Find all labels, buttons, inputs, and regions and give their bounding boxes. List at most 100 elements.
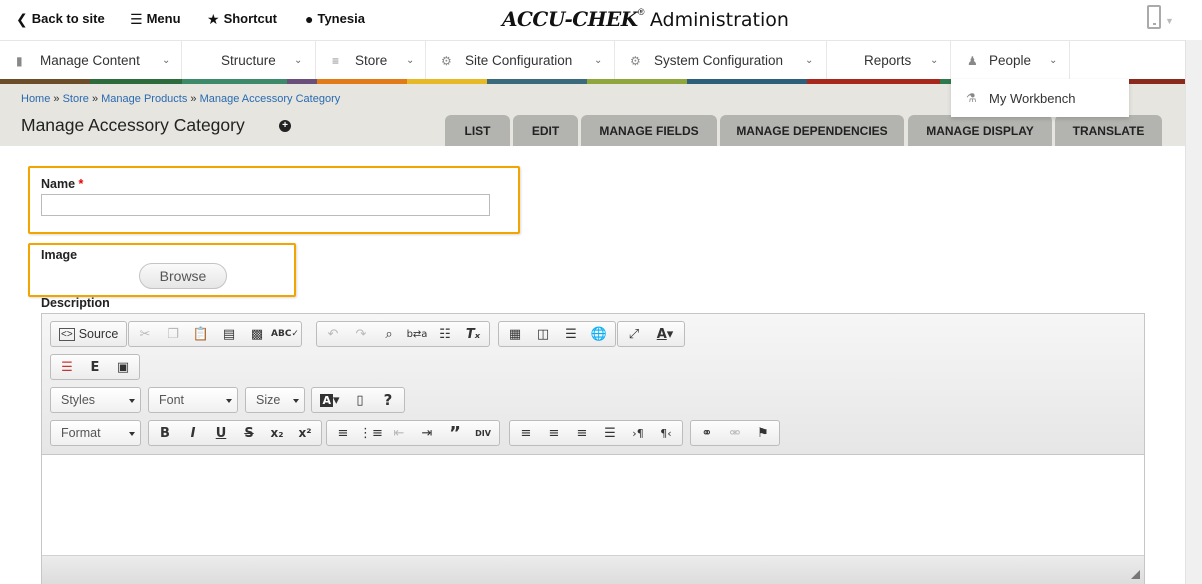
numbered-list-icon[interactable]: ≡ — [329, 422, 357, 444]
underline-icon[interactable]: U — [207, 422, 235, 444]
page-break-icon[interactable]: ☰ — [53, 356, 81, 378]
back-to-site-link[interactable]: ❮ Back to site — [16, 11, 105, 26]
menu-button[interactable]: ☰ Menu — [130, 11, 181, 26]
bold-icon[interactable]: B — [151, 422, 179, 444]
anchor-flag-icon[interactable]: ⚑ — [749, 422, 777, 444]
media-icon[interactable]: ▣ — [109, 356, 137, 378]
device-preview-toggle[interactable]: ▼ — [1147, 5, 1175, 31]
select-all-icon[interactable]: ☷ — [431, 323, 459, 345]
subscript-icon[interactable]: x₂ — [263, 422, 291, 444]
table-icon[interactable]: ◫ — [529, 323, 557, 345]
show-blocks-icon[interactable]: ▯ — [346, 389, 374, 411]
horizontal-rule-icon[interactable]: ☰ — [557, 323, 585, 345]
user-icon: ● — [305, 10, 314, 27]
redo-icon[interactable]: ↷ — [347, 323, 375, 345]
outdent-icon[interactable]: ⇤ — [385, 422, 413, 444]
cut-icon[interactable]: ✂ — [131, 323, 159, 345]
cart-icon: ≡ — [332, 53, 340, 68]
about-icon[interactable]: ? — [374, 389, 402, 411]
blockquote-icon[interactable]: ” — [441, 422, 469, 444]
tab-list[interactable]: LIST — [445, 115, 510, 146]
browse-button[interactable]: Browse — [139, 263, 227, 289]
tab-manage-dependencies[interactable]: MANAGE DEPENDENCIES — [720, 115, 904, 146]
menu-item-reports[interactable]: Reports ⌄ — [827, 41, 951, 80]
text-color-icon[interactable]: A ▾ — [648, 323, 682, 345]
breadcrumb-manage-products[interactable]: Manage Products — [101, 93, 187, 105]
tab-manage-fields[interactable]: MANAGE FIELDS — [581, 115, 717, 146]
toolbar-group-basicstyles: B I U S x₂ x² — [148, 420, 322, 446]
document-icon: ▮ — [16, 53, 23, 68]
dropdown-arrow-icon — [293, 399, 299, 403]
workbench-icon: ⚗ — [966, 91, 977, 105]
menu-item-store[interactable]: ≡ Store ⌄ — [316, 41, 426, 80]
image-icon[interactable]: ▦ — [501, 323, 529, 345]
align-center-icon[interactable]: ≡ — [540, 422, 568, 444]
menu-item-site-configuration[interactable]: ⚙ Site Configuration ⌄ — [426, 41, 615, 80]
strikethrough-icon[interactable]: S — [235, 422, 263, 444]
create-div-icon[interactable]: DIV — [469, 422, 497, 444]
italic-icon[interactable]: I — [179, 422, 207, 444]
link-icon[interactable]: ⚭ — [693, 422, 721, 444]
hamburger-icon: ☰ — [130, 10, 143, 27]
dropdown-arrow-icon — [129, 432, 135, 436]
spellcheck-icon[interactable]: ABC✓ — [271, 323, 299, 345]
chevron-left-circle-icon: ❮ — [16, 10, 28, 27]
ltr-icon[interactable]: ›¶ — [624, 422, 652, 444]
menu-item-manage-content[interactable]: ▮ Manage Content ⌄ — [0, 41, 182, 80]
undo-icon[interactable]: ↶ — [319, 323, 347, 345]
page-scrollbar[interactable] — [1185, 40, 1202, 584]
menu-item-system-configuration[interactable]: ⚙ System Configuration ⌄ — [615, 41, 827, 80]
embed-icon[interactable]: E — [81, 356, 109, 378]
find-icon[interactable]: ⌕ — [375, 323, 403, 345]
format-select[interactable]: Format — [50, 420, 141, 446]
paste-icon[interactable]: 📋 — [187, 323, 215, 345]
breadcrumb-home[interactable]: Home — [21, 93, 50, 105]
required-marker: * — [78, 177, 84, 191]
superscript-icon[interactable]: x² — [291, 422, 319, 444]
resize-handle-icon[interactable] — [1131, 570, 1140, 579]
font-select[interactable]: Font — [148, 387, 238, 413]
image-label: Image — [41, 248, 78, 262]
menu-item-structure[interactable]: Structure ⌄ — [182, 41, 316, 80]
dropdown-arrow-icon — [129, 399, 135, 403]
rtl-icon[interactable]: ¶‹ — [652, 422, 680, 444]
toolbar-group-colors: A ▾ ▯ ? — [311, 387, 405, 413]
editor-toolbar: <> Source ✂ ❐ 📋 ▤ ▩ ABC✓ ↶ ↷ ⌕ b⇄a ☷ Tₓ ▦… — [42, 314, 1144, 455]
align-left-icon[interactable]: ≡ — [512, 422, 540, 444]
description-label: Description — [41, 296, 110, 310]
menu-item-people[interactable]: ♟ People ⌄ — [951, 41, 1070, 80]
dropdown-item-my-workbench[interactable]: ⚗ My Workbench — [951, 79, 1129, 117]
toolbar-group-paragraph: ≡ ⋮≡ ⇤ ⇥ ” DIV — [326, 420, 500, 446]
tab-manage-display[interactable]: MANAGE DISPLAY — [908, 115, 1052, 146]
background-color-icon[interactable]: A ▾ — [314, 389, 346, 411]
shortcut-button[interactable]: ★ Shortcut — [207, 11, 277, 26]
align-right-icon[interactable]: ≡ — [568, 422, 596, 444]
user-menu-button[interactable]: ● Tynesia — [305, 11, 365, 26]
source-button[interactable]: <> Source — [53, 323, 124, 345]
chevron-down-icon: ⌄ — [406, 55, 415, 66]
size-select[interactable]: Size — [245, 387, 305, 413]
remove-format-icon[interactable]: Tₓ — [459, 323, 487, 345]
breadcrumb: Home » Store » Manage Products » Manage … — [21, 93, 341, 105]
unlink-icon[interactable]: ⚮ — [721, 422, 749, 444]
name-input[interactable] — [41, 194, 490, 216]
toolbar-group-document: <> Source — [50, 321, 128, 347]
paste-text-icon[interactable]: ▤ — [215, 323, 243, 345]
editor-content-area[interactable] — [42, 455, 1144, 555]
styles-select[interactable]: Styles — [50, 387, 141, 413]
chevron-down-icon: ⌄ — [805, 55, 814, 66]
tab-edit[interactable]: EDIT — [513, 115, 578, 146]
bulleted-list-icon[interactable]: ⋮≡ — [357, 422, 385, 444]
replace-icon[interactable]: b⇄a — [403, 323, 431, 345]
tab-translate[interactable]: TRANSLATE — [1055, 115, 1162, 146]
breadcrumb-store[interactable]: Store — [63, 93, 89, 105]
page-title: Manage Accessory Category — [21, 115, 245, 135]
iframe-globe-icon[interactable]: 🌐 — [585, 323, 613, 345]
copy-icon[interactable]: ❐ — [159, 323, 187, 345]
breadcrumb-manage-accessory-category[interactable]: Manage Accessory Category — [200, 93, 341, 105]
justify-icon[interactable]: ☰ — [596, 422, 624, 444]
add-shortcut-icon[interactable]: + — [279, 120, 291, 132]
paste-word-icon[interactable]: ▩ — [243, 323, 271, 345]
indent-icon[interactable]: ⇥ — [413, 422, 441, 444]
maximize-icon[interactable]: ⤢ — [620, 323, 648, 345]
